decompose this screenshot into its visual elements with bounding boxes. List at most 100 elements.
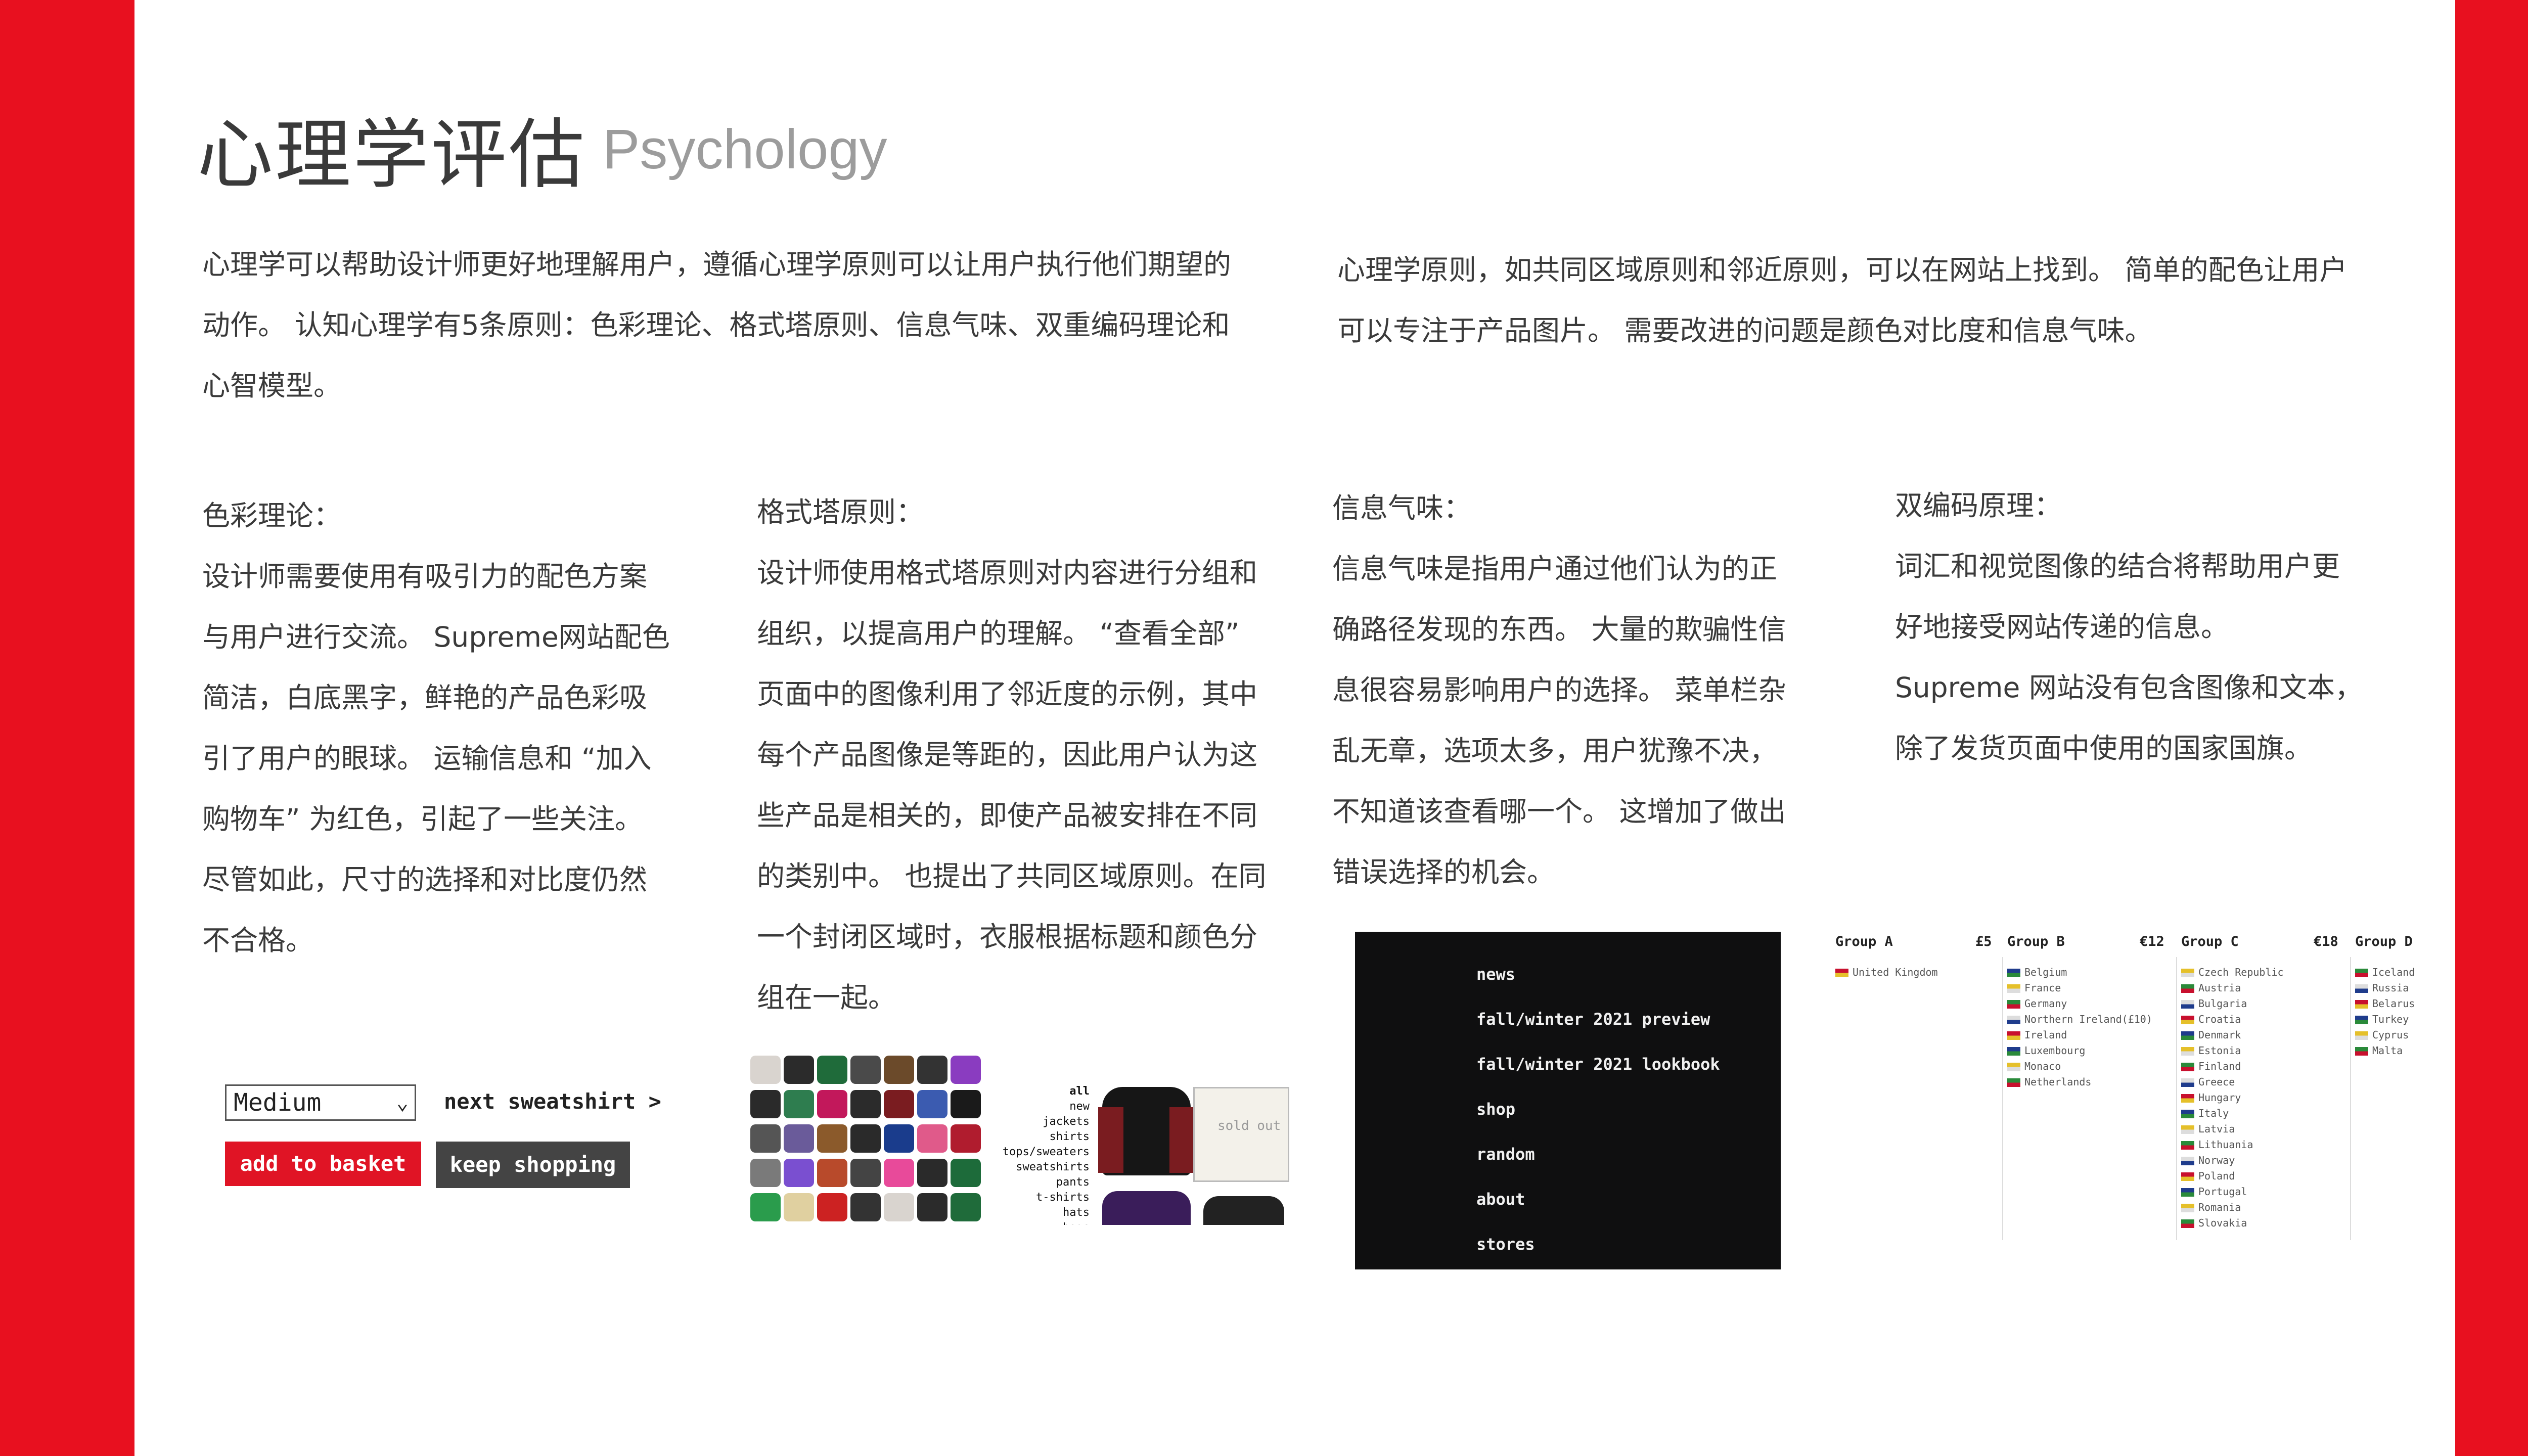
category-link[interactable]: all [986,1084,1090,1099]
product-thumbnail[interactable] [784,1124,814,1153]
product-thumbnail[interactable] [917,1193,947,1221]
product-thumbnail[interactable] [951,1090,981,1118]
intro-left: 心理学可以帮助设计师更好地理解用户，遵循心理学原则可以让用户执行他们期望的 动作… [202,234,1315,416]
country-name: Austria [2198,982,2241,994]
column-line: 设计师需要使用有吸引力的配色方案 [202,560,648,593]
menu-item-stores[interactable]: stores [1476,1222,1720,1267]
product-thumbnail[interactable] [951,1159,981,1187]
product-thumbnail[interactable] [850,1090,881,1118]
category-link[interactable]: tops/sweaters [986,1145,1090,1160]
product-thumbnails [748,1051,986,1225]
shipping-groups-demo: Group A £5 United Kingdom Group B €12 Be… [1831,928,2428,1241]
product-thumbnail[interactable] [951,1056,981,1084]
flag-icon [2181,1125,2194,1134]
country-item: France [2007,982,2061,994]
keep-shopping-button[interactable]: keep shopping [436,1142,630,1188]
column-heading: 信息气味： [1332,492,1472,524]
column-line: 不合格。 [202,924,314,957]
group-name: Group B [2007,934,2065,949]
flag-icon [2181,1188,2194,1197]
product-thumbnail[interactable] [784,1193,814,1221]
product-image-purple-jacket[interactable] [1102,1191,1191,1225]
product-thumbnail[interactable] [917,1124,947,1153]
menu-item-about[interactable]: about [1476,1177,1720,1222]
country-item: Greece [2181,1076,2235,1088]
menu-item-random[interactable]: random [1476,1132,1720,1177]
product-thumbnail[interactable] [817,1090,847,1118]
product-image-black-jacket[interactable] [1203,1196,1284,1225]
group-price: €18 [2314,934,2338,949]
product-thumbnail[interactable] [884,1193,914,1221]
intro-right-line: 心理学原则，如共同区域原则和邻近原则，可以在网站上找到。 简单的配色让用户 [1337,254,2348,286]
column-line: 组织，以提高用户的理解。 “查看全部” [757,617,1240,650]
product-thumbnail[interactable] [750,1193,781,1221]
product-thumbnail[interactable] [884,1159,914,1187]
product-thumbnail[interactable] [917,1090,947,1118]
flag-icon [2355,1000,2368,1009]
product-thumbnail[interactable] [917,1159,947,1187]
country-item: Estonia [2181,1044,2241,1057]
product-thumbnail[interactable] [750,1090,781,1118]
column-line: 组在一起。 [757,981,896,1014]
country-name: Germany [2024,997,2067,1010]
shipping-group-d: Group D Iceland Russia Belarus Turkey Cyprus… [2351,928,2427,1241]
flag-icon [2007,969,2020,977]
product-thumbnail[interactable] [884,1090,914,1118]
product-thumbnail[interactable] [850,1159,881,1187]
product-thumbnail[interactable] [817,1056,847,1084]
product-thumbnail[interactable] [784,1056,814,1084]
country-item: Czech Republic [2181,966,2284,978]
flag-icon [2181,1016,2194,1024]
country-item: Italy [2181,1107,2229,1119]
category-link[interactable]: t-shirts [986,1190,1090,1205]
country-name: Portugal [2198,1186,2247,1198]
product-thumbnail[interactable] [784,1090,814,1118]
product-thumbnail[interactable] [817,1124,847,1153]
country-name: France [2024,982,2061,994]
category-link[interactable]: shirts [986,1129,1090,1145]
menu-item-news[interactable]: news [1476,952,1720,997]
category-link[interactable]: sweatshirts [986,1160,1090,1175]
group-price: €12 [2140,934,2164,949]
product-thumbnail[interactable] [784,1159,814,1187]
menu-item-preview[interactable]: fall/winter 2021 preview [1476,997,1720,1042]
product-thumbnail[interactable] [750,1124,781,1153]
category-link[interactable]: hats [986,1205,1090,1220]
category-link[interactable]: jackets [986,1114,1090,1129]
menu-item-shop[interactable]: shop [1476,1087,1720,1132]
product-thumbnail[interactable] [850,1056,881,1084]
category-link[interactable]: pants [986,1175,1090,1190]
product-thumbnail[interactable] [917,1056,947,1084]
flag-icon [2355,1031,2368,1040]
product-thumbnail[interactable] [850,1193,881,1221]
country-name: Lithuania [2198,1139,2253,1151]
product-thumbnail[interactable] [850,1124,881,1153]
size-select-value: Medium [234,1088,322,1117]
size-select[interactable]: Medium ⌄ [225,1084,416,1121]
category-link[interactable]: new [986,1099,1090,1114]
product-thumbnail[interactable] [750,1159,781,1187]
product-image-jacket[interactable] [1098,1087,1195,1175]
shipping-group-b: Group B €12 Belgium France Germany Northern… [2003,928,2175,1241]
chevron-down-icon: ⌄ [396,1091,409,1114]
add-to-basket-button[interactable]: add to basket [225,1142,421,1186]
category-link[interactable]: bags [986,1220,1090,1225]
country-item: Latvia [2181,1123,2235,1135]
flag-icon [2355,1016,2368,1024]
column-dual-coding: 双编码原理： 词汇和视觉图像的结合将帮助用户更 好地接受网站传递的信息。 Sup… [1895,475,2426,779]
product-image-sold-out[interactable]: sold out [1193,1087,1289,1182]
country-name: Malta [2372,1044,2403,1057]
next-sweatshirt-link[interactable]: next sweatshirt > [444,1089,661,1114]
product-thumbnail[interactable] [951,1124,981,1153]
product-thumbnail[interactable] [817,1159,847,1187]
product-thumbnail[interactable] [884,1124,914,1153]
product-thumbnail[interactable] [817,1193,847,1221]
country-item: Turkey [2355,1013,2409,1025]
product-thumbnail[interactable] [750,1056,781,1084]
intro-left-line: 心智模型。 [202,370,342,402]
menu-item-lookbook[interactable]: fall/winter 2021 lookbook [1476,1042,1720,1087]
country-item: Northern Ireland(£10) [2007,1013,2152,1025]
flag-icon [2181,1031,2194,1040]
product-thumbnail[interactable] [884,1056,914,1084]
product-thumbnail[interactable] [951,1193,981,1221]
